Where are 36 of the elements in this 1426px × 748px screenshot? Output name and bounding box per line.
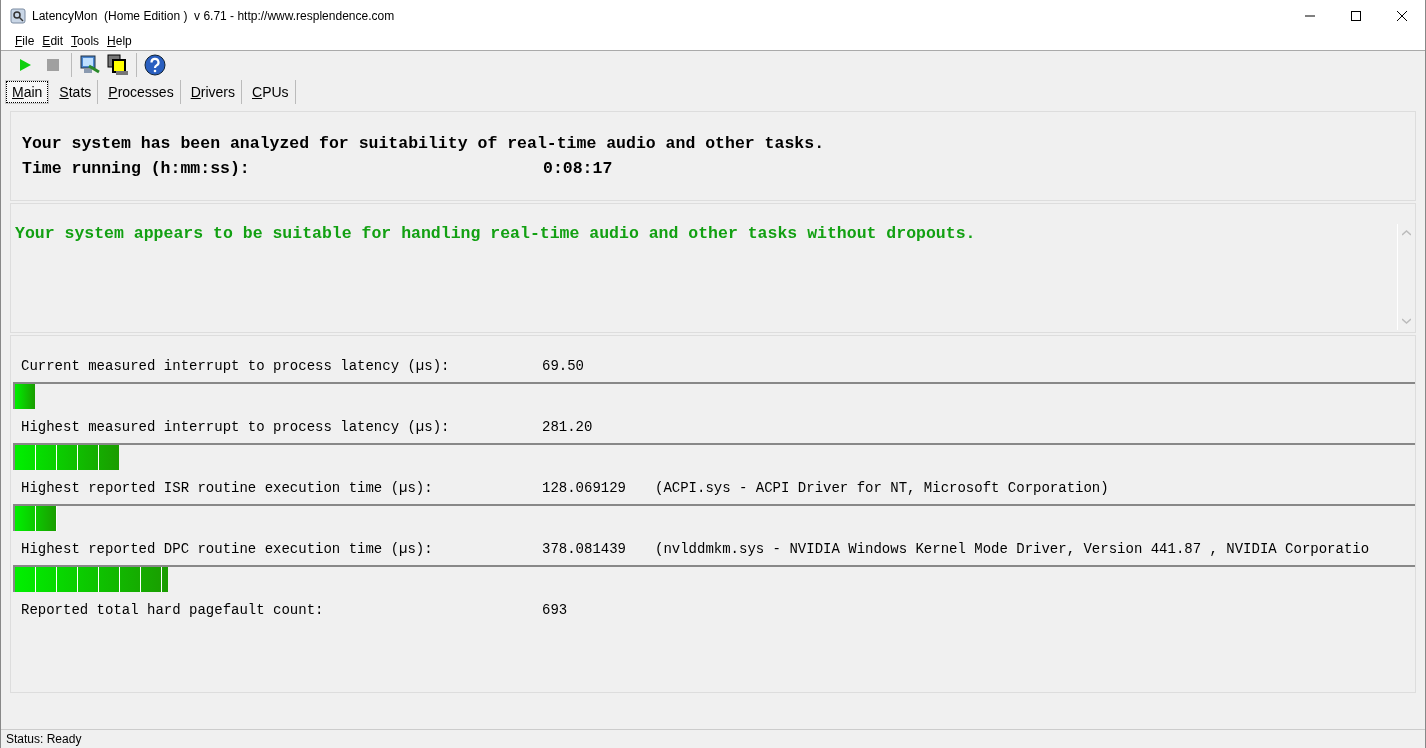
metric-label: Highest reported ISR routine execution time (µs):	[21, 480, 434, 496]
scroll-up-icon[interactable]	[1402, 230, 1411, 236]
tab[interactable]: Main	[5, 80, 50, 104]
app-icon	[10, 8, 26, 24]
status-text: Status: Ready	[1, 729, 1425, 748]
summary-headline: Your system has been analyzed for suitability of real-time audio and other tasks.	[22, 134, 826, 153]
metric-label: Current measured interrupt to process latency (µs):	[21, 358, 451, 374]
metric-label: Highest measured interrupt to process latency (µs):	[21, 419, 451, 435]
metric-value: 69.50	[542, 358, 585, 374]
metric-detail: (nvlddmkm.sys - NVIDIA Windows Kernel Mode Driver, Version 441.87 , NVIDIA Corporatio	[655, 541, 1370, 557]
time-value: 0:08:17	[543, 159, 613, 178]
menu-item[interactable]: Help	[103, 34, 136, 48]
tab[interactable]: CPUs	[246, 80, 296, 104]
close-icon	[1397, 11, 1407, 21]
menu-item[interactable]: Tools	[67, 34, 104, 48]
metric-detail: (ACPI.sys - ACPI Driver for NT, Microsoft Corporation)	[655, 480, 1109, 496]
window-title: LatencyMon (Home Edition ) v 6.71 - http://www.resplendence.com	[32, 9, 396, 23]
metric-value: 378.081439	[542, 541, 627, 557]
stop-icon	[47, 59, 59, 71]
tab[interactable]: Drivers	[184, 80, 242, 104]
metric-value: 281.20	[542, 419, 594, 435]
verdict-text: Your system appears to be suitable for handling real-time audio and other tasks without dropouts.	[14, 223, 977, 245]
menu-item[interactable]: Edit	[38, 34, 68, 48]
tab[interactable]: Stats	[53, 80, 99, 104]
metric-value: 128.069129	[542, 480, 627, 496]
windows-icon[interactable]	[106, 53, 130, 77]
play-icon	[19, 59, 31, 71]
maximize-icon	[1351, 11, 1361, 21]
menu-item[interactable]: File	[11, 34, 39, 48]
time-label: Time running (h:mm:ss):	[22, 159, 251, 178]
help-button[interactable]	[143, 53, 167, 77]
metric-label: Reported total hard pagefault count:	[21, 602, 325, 618]
scroll-down-icon[interactable]	[1402, 318, 1411, 324]
metric-value: 693	[542, 602, 569, 618]
tab[interactable]: Processes	[102, 80, 181, 104]
metric-label: Highest reported DPC routine execution time (µs):	[21, 541, 434, 557]
